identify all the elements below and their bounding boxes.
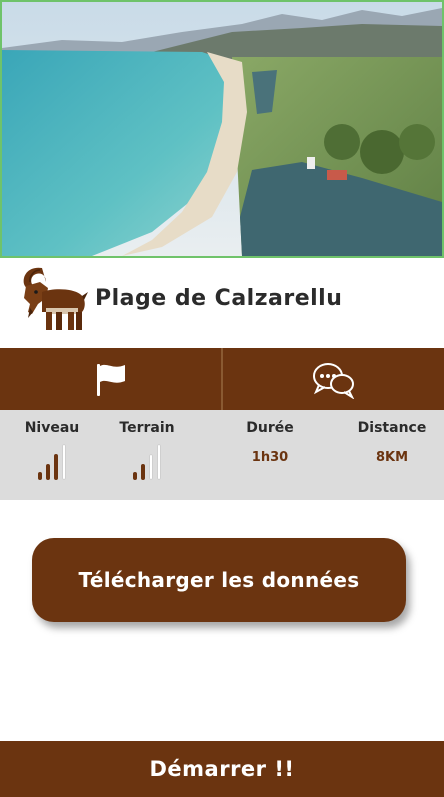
trail-title: Plage de Calzarellu	[95, 286, 343, 311]
stat-niveau-label: Niveau	[24, 420, 80, 436]
stat-terrain-label: Terrain	[119, 420, 175, 436]
level-bar	[133, 472, 137, 480]
start-button[interactable]: Démarrer !!	[0, 741, 444, 797]
flag-button[interactable]	[0, 348, 221, 410]
level-bar	[157, 444, 161, 480]
level-bar	[54, 454, 58, 480]
flag-icon	[96, 364, 125, 396]
level-bar	[46, 464, 50, 480]
terrain-bars	[97, 444, 197, 480]
level-bar	[141, 464, 145, 480]
stat-duree-label: Durée	[246, 420, 294, 436]
niveau-bars	[2, 444, 102, 480]
download-data-button[interactable]: Télécharger les données	[32, 538, 406, 622]
start-label: Démarrer !!	[149, 757, 295, 781]
level-bar	[149, 454, 153, 480]
stat-distance: Distance 8KM	[342, 410, 442, 465]
stat-distance-label: Distance	[357, 420, 427, 436]
stats-panel: Niveau Terrain Durée 1h30 Distance 8KM	[0, 410, 444, 500]
goat-icon	[23, 267, 88, 330]
action-bar	[0, 348, 444, 410]
stat-terrain: Terrain	[97, 410, 197, 480]
level-bar	[38, 472, 42, 480]
hero-image	[0, 0, 444, 258]
level-bar	[62, 444, 66, 480]
stat-duree-value: 1h30	[251, 450, 289, 465]
comments-button[interactable]	[221, 348, 444, 410]
stat-duree: Durée 1h30	[220, 410, 320, 465]
chat-bubbles-icon	[312, 363, 354, 399]
download-data-label: Télécharger les données	[78, 568, 360, 592]
title-row: Plage de Calzarellu	[0, 258, 444, 348]
stat-niveau: Niveau	[2, 410, 102, 480]
stat-distance-value: 8KM	[375, 450, 409, 465]
